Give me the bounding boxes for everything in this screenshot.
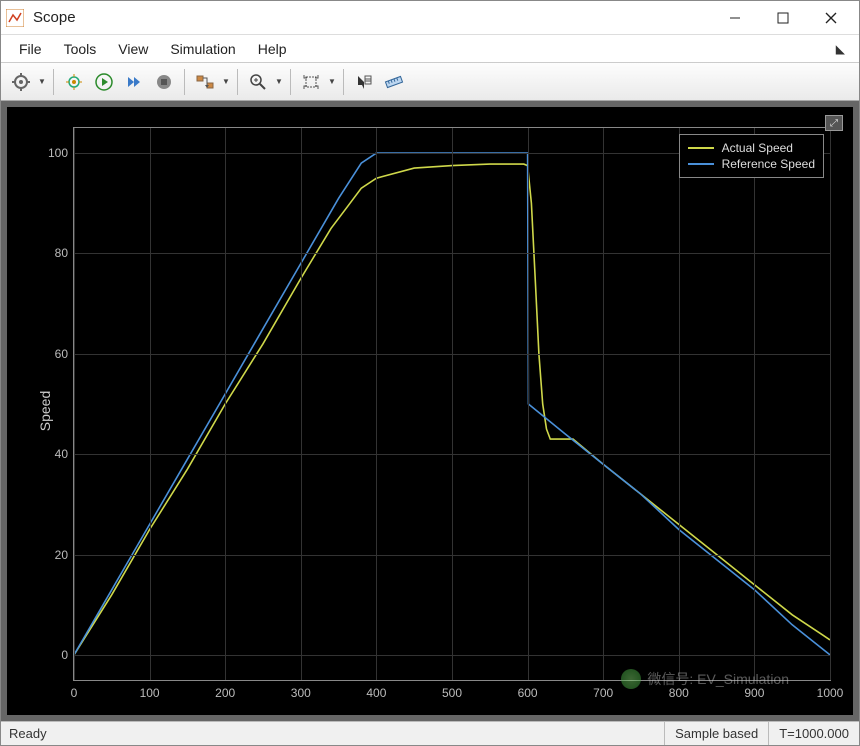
ruler-button[interactable] [380, 68, 408, 96]
y-tick: 100 [40, 146, 68, 160]
expand-plot-icon[interactable]: ⤢ [825, 115, 843, 131]
y-axis-label: Speed [37, 391, 53, 431]
legend-label-actual: Actual Speed [722, 141, 793, 155]
legend-item-actual: Actual Speed [688, 140, 815, 156]
highlight-button[interactable] [60, 68, 88, 96]
menu-tools[interactable]: Tools [54, 37, 107, 61]
cursor-measure-button[interactable] [350, 68, 378, 96]
autoscale-dropdown[interactable]: ▼ [327, 77, 337, 86]
y-tick: 60 [40, 347, 68, 361]
dock-arrow-icon[interactable]: ◣ [836, 42, 851, 56]
y-tick: 80 [40, 246, 68, 260]
menu-bar: File Tools View Simulation Help ◣ [1, 35, 859, 63]
y-tick: 0 [40, 648, 68, 662]
configure-button[interactable] [7, 68, 35, 96]
x-tick: 100 [140, 686, 160, 700]
status-time: T=1000.000 [768, 722, 859, 745]
autoscale-button[interactable] [297, 68, 325, 96]
x-tick: 500 [442, 686, 462, 700]
stop-button[interactable] [150, 68, 178, 96]
x-tick: 0 [71, 686, 78, 700]
chart-legend: Actual Speed Reference Speed [679, 134, 824, 178]
y-tick: 20 [40, 548, 68, 562]
x-tick: 700 [593, 686, 613, 700]
configure-dropdown[interactable]: ▼ [37, 77, 47, 86]
legend-label-reference: Reference Speed [722, 157, 815, 171]
x-tick: 400 [366, 686, 386, 700]
menu-help[interactable]: Help [248, 37, 297, 61]
status-mode: Sample based [664, 722, 768, 745]
zoom-dropdown[interactable]: ▼ [274, 77, 284, 86]
window-titlebar: Scope [1, 1, 859, 35]
chart-axes[interactable]: Actual Speed Reference Speed 01002003004… [73, 127, 831, 681]
x-tick: 600 [518, 686, 538, 700]
zoom-button[interactable] [244, 68, 272, 96]
menu-view[interactable]: View [108, 37, 158, 61]
status-ready: Ready [1, 726, 664, 741]
legend-item-reference: Reference Speed [688, 156, 815, 172]
maximize-button[interactable] [759, 2, 807, 34]
toolbar: ▼ ▼ ▼ ▼ [1, 63, 859, 101]
menu-file[interactable]: File [9, 37, 52, 61]
window-title: Scope [33, 9, 711, 26]
x-tick: 300 [291, 686, 311, 700]
legend-swatch-reference [688, 163, 714, 165]
legend-swatch-actual [688, 147, 714, 149]
x-tick: 200 [215, 686, 235, 700]
minimize-button[interactable] [711, 2, 759, 34]
trigger-button[interactable] [191, 68, 219, 96]
trigger-dropdown[interactable]: ▼ [221, 77, 231, 86]
menu-simulation[interactable]: Simulation [160, 37, 245, 61]
app-icon [5, 8, 25, 28]
plot-container: ⤢ Speed Actual Speed Reference Speed 010… [1, 101, 859, 721]
close-button[interactable] [807, 2, 855, 34]
step-forward-button[interactable] [120, 68, 148, 96]
status-bar: Ready Sample based T=1000.000 [1, 721, 859, 745]
x-tick: 1000 [817, 686, 844, 700]
x-tick: 800 [669, 686, 689, 700]
x-tick: 900 [744, 686, 764, 700]
run-button[interactable] [90, 68, 118, 96]
y-tick: 40 [40, 447, 68, 461]
plot-panel: ⤢ Speed Actual Speed Reference Speed 010… [7, 107, 853, 715]
